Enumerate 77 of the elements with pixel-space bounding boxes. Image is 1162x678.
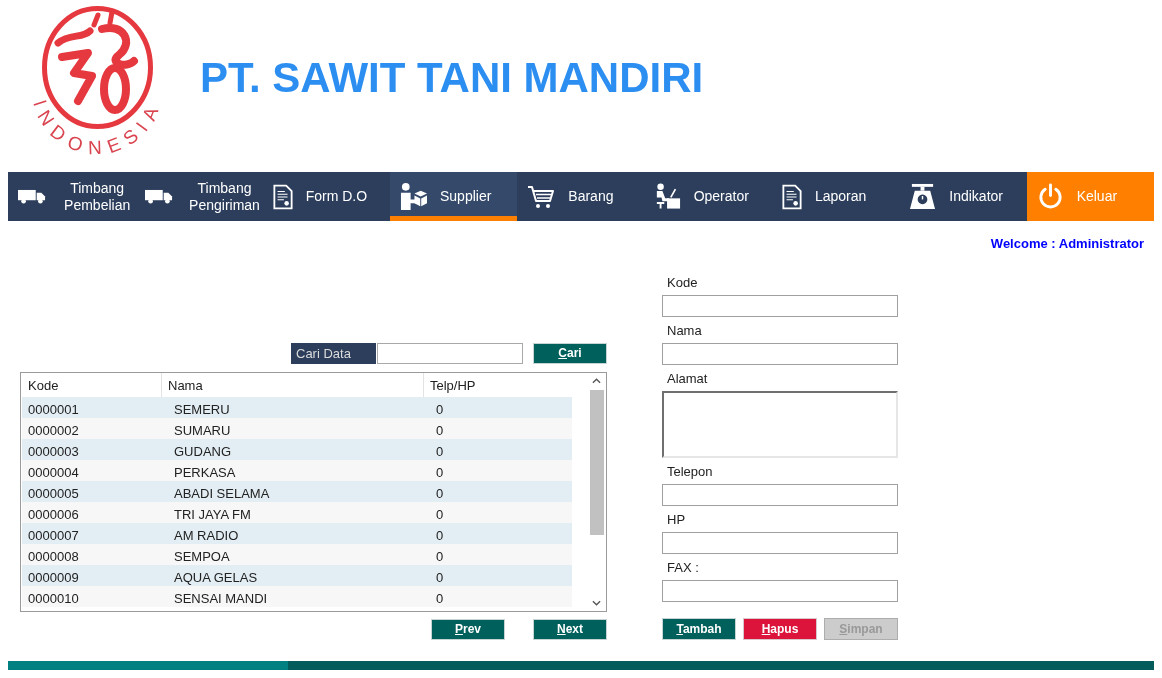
table-row[interactable]: 0000007 AM RADIO 0 bbox=[22, 523, 572, 544]
input-field[interactable] bbox=[662, 532, 898, 554]
table-cell-text: 0 bbox=[435, 464, 444, 482]
table-row[interactable]: 0000008 SEMPOA 0 bbox=[22, 544, 572, 565]
table-row[interactable]: 0000006 TRI JAYA FM 0 bbox=[22, 502, 572, 523]
scale-icon bbox=[909, 183, 937, 210]
scroll-up-icon bbox=[592, 378, 601, 384]
table-cell-text: SEMPOA bbox=[173, 548, 230, 566]
welcome-text: Welcome : Administrator bbox=[990, 236, 1144, 252]
field-label: Nama bbox=[667, 323, 702, 339]
search-label: Cari Data bbox=[291, 343, 376, 364]
table-cell-text: 0000006 bbox=[27, 506, 79, 524]
table-row[interactable]: 0000003 GUDANG 0 bbox=[22, 439, 572, 460]
table-cell-text: 0000007 bbox=[27, 527, 79, 545]
table-cell-text: TRI JAYA FM bbox=[173, 506, 251, 524]
table-row[interactable]: 0000010 SENSAI MANDI 0 bbox=[22, 586, 572, 607]
search-field[interactable] bbox=[377, 343, 523, 364]
table-row[interactable]: 0000002 SUMARU 0 bbox=[22, 418, 572, 439]
table-cell-text: 0 bbox=[435, 590, 444, 608]
table-cell-text: 0000003 bbox=[27, 443, 79, 461]
table-cell-text: ABADI SELAMA bbox=[173, 485, 270, 503]
input-field[interactable] bbox=[662, 580, 898, 602]
truck-icon bbox=[145, 189, 174, 204]
text-area-field[interactable] bbox=[662, 391, 898, 458]
delete-button[interactable]: Hapus bbox=[743, 618, 817, 640]
company-name: PT. SAWIT TANI MANDIRI bbox=[200, 53, 704, 103]
document-icon bbox=[272, 183, 293, 210]
field-label: Kode bbox=[667, 275, 698, 291]
table-cell-text: 0000001 bbox=[27, 401, 79, 419]
table-cell-text: 0 bbox=[435, 527, 444, 545]
pagination-button[interactable]: Next bbox=[533, 619, 607, 640]
table-row[interactable]: 0000005 ABADI SELAMA 0 bbox=[22, 481, 572, 502]
table-cell-text: 0 bbox=[435, 569, 444, 587]
column-header: Nama bbox=[167, 377, 204, 395]
table-row[interactable]: 0000009 AQUA GELAS 0 bbox=[22, 565, 572, 586]
truck-icon bbox=[18, 189, 46, 204]
scrollbar-thumb[interactable] bbox=[589, 390, 604, 535]
table-row[interactable]: 0000004 PERKASA 0 bbox=[22, 460, 572, 481]
scroll-down-icon bbox=[592, 600, 601, 606]
cart-icon bbox=[527, 184, 556, 209]
table-cell-text: 0 bbox=[435, 485, 444, 503]
table-cell-text: 0 bbox=[435, 443, 444, 461]
table-cell-text: GUDANG bbox=[173, 443, 232, 461]
nav-tab[interactable]: Supplier bbox=[390, 172, 518, 221]
field-label: Alamat bbox=[667, 371, 708, 387]
power-icon bbox=[1036, 183, 1064, 210]
table-cell-text: 0000009 bbox=[27, 569, 79, 587]
document-icon bbox=[781, 183, 802, 210]
table-cell-text: 0 bbox=[435, 422, 444, 440]
table-cell-text: SENSAI MANDI bbox=[173, 590, 268, 608]
table-cell-text: 0 bbox=[435, 548, 444, 566]
column-header: Telp/HP bbox=[429, 377, 477, 395]
table-cell-text: AM RADIO bbox=[173, 527, 239, 545]
table-cell-text: SUMARU bbox=[173, 422, 231, 440]
table-cell-text: 0 bbox=[435, 506, 444, 524]
column-header: Kode bbox=[27, 377, 60, 395]
input-field[interactable] bbox=[662, 484, 898, 506]
field-label: Telepon bbox=[667, 464, 713, 480]
table-cell-text: AQUA GELAS bbox=[173, 569, 258, 587]
table-cell-text: 0000002 bbox=[27, 422, 79, 440]
person-at-desk-icon bbox=[654, 183, 681, 210]
person-with-box-icon bbox=[400, 183, 427, 210]
table-cell-text: PERKASA bbox=[173, 464, 236, 482]
add-button[interactable]: Tambah bbox=[662, 618, 736, 640]
table-cell-text: SEMERU bbox=[173, 401, 230, 419]
table-cell-text: 0000004 bbox=[27, 464, 79, 482]
table-row[interactable]: 0000001 SEMERU 0 bbox=[22, 397, 572, 418]
input-field[interactable] bbox=[662, 295, 898, 317]
table-cell-text: 0000008 bbox=[27, 548, 79, 566]
field-label: FAX : bbox=[667, 560, 699, 576]
table-cell-text: 0000010 bbox=[27, 590, 79, 608]
pagination-button[interactable]: Prev bbox=[431, 619, 505, 640]
table-cell-text: 0000005 bbox=[27, 485, 79, 503]
search-button[interactable]: Cari bbox=[533, 343, 607, 364]
table-cell-text: 0 bbox=[435, 401, 444, 419]
field-label: HP bbox=[667, 512, 686, 528]
input-field[interactable] bbox=[662, 343, 898, 365]
